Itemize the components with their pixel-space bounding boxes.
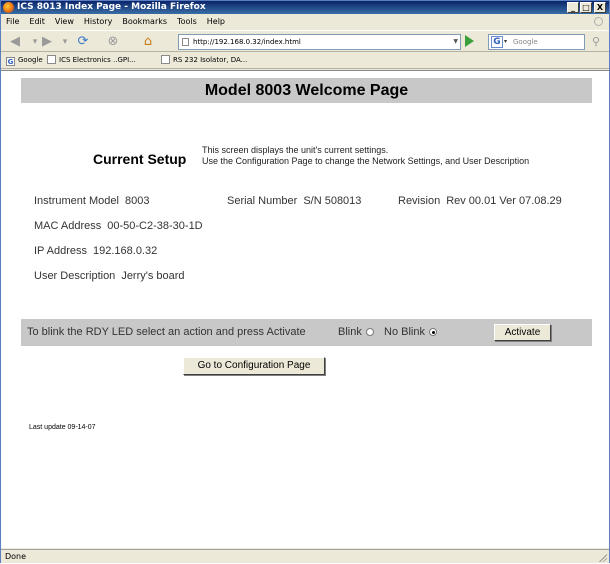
revision-label: Revision bbox=[398, 195, 441, 207]
reload-icon[interactable]: ⟳ bbox=[75, 34, 91, 50]
menu-bar: File Edit View History Bookmarks Tools Help bbox=[1, 14, 609, 30]
ip-address-value: 192.168.0.32 bbox=[93, 245, 158, 257]
url-text: http://192.168.0.32/index.html bbox=[193, 38, 301, 46]
back-icon[interactable]: ◀ bbox=[7, 34, 23, 50]
menu-help[interactable]: Help bbox=[202, 14, 230, 30]
instrument-model-value: 8003 bbox=[124, 195, 150, 207]
activate-button[interactable]: Activate bbox=[494, 324, 551, 341]
home-icon[interactable]: ⌂ bbox=[140, 34, 156, 50]
mac-address-row: MAC Address 00-50-C2-38-30-1D bbox=[34, 220, 203, 232]
navigation-toolbar: ◀ ▾ ▶ ▾ ⟳ ⊗ ⌂ http://192.168.0.32/index.… bbox=[1, 30, 609, 52]
resize-grip-icon[interactable] bbox=[598, 553, 607, 562]
url-dropdown-icon[interactable]: ▼ bbox=[453, 35, 458, 49]
search-icon[interactable]: ⚲ bbox=[589, 35, 603, 49]
maximize-button[interactable]: □ bbox=[580, 2, 592, 13]
instrument-model-row: Instrument Model 8003 bbox=[34, 195, 149, 207]
menu-view[interactable]: View bbox=[50, 14, 79, 30]
bookmark-ics-electronics[interactable]: ICS Electronics ..GPI... bbox=[47, 52, 136, 69]
instrument-model-label: Instrument Model bbox=[34, 195, 119, 207]
google-icon: G bbox=[6, 57, 15, 66]
search-engine-dropdown-icon[interactable]: ▾ bbox=[504, 35, 507, 49]
description-line-2: Use the Configuration Page to change the… bbox=[202, 156, 530, 166]
menu-edit[interactable]: Edit bbox=[24, 14, 50, 30]
throbber-icon bbox=[594, 17, 603, 26]
ip-address-label: IP Address bbox=[34, 245, 87, 257]
mac-address-value: 00-50-C2-38-30-1D bbox=[107, 220, 203, 232]
revision-value: Rev 00.01 Ver 07.08.29 bbox=[446, 195, 562, 207]
blink-option-label: Blink bbox=[338, 326, 362, 338]
menu-bookmarks[interactable]: Bookmarks bbox=[117, 14, 172, 30]
description-line-1: This screen displays the unit's current … bbox=[202, 145, 389, 155]
window-title: ICS 8013 Index Page - Mozilla Firefox bbox=[17, 2, 206, 12]
setup-description: This screen displays the unit's current … bbox=[202, 145, 529, 167]
minimize-button[interactable]: _ bbox=[567, 2, 579, 13]
page-title: Model 8003 Welcome Page bbox=[21, 78, 592, 103]
url-input[interactable]: http://192.168.0.32/index.html ▼ bbox=[178, 34, 461, 50]
serial-number-value: S/N 508013 bbox=[303, 195, 362, 207]
close-button[interactable]: X bbox=[594, 2, 606, 13]
blink-instruction: To blink the RDY LED select an action an… bbox=[27, 326, 306, 338]
go-to-configuration-button[interactable]: Go to Configuration Page bbox=[183, 357, 325, 375]
serial-number-label: Serial Number bbox=[227, 195, 298, 207]
mac-address-label: MAC Address bbox=[34, 220, 102, 232]
stop-icon[interactable]: ⊗ bbox=[105, 34, 121, 50]
menu-tools[interactable]: Tools bbox=[172, 14, 202, 30]
page-icon bbox=[161, 55, 170, 64]
forward-icon[interactable]: ▶ bbox=[39, 34, 55, 50]
status-text: Done bbox=[5, 552, 27, 561]
bookmark-google[interactable]: G Google bbox=[6, 52, 43, 69]
user-description-label: User Description bbox=[34, 270, 116, 282]
blink-option[interactable]: Blink bbox=[338, 319, 374, 346]
forward-dropdown-icon[interactable]: ▾ bbox=[57, 34, 73, 50]
serial-number-row: Serial Number S/N 508013 bbox=[227, 195, 361, 207]
user-description-value: Jerry's board bbox=[121, 270, 185, 282]
last-update-text: Last update 09-14-07 bbox=[29, 424, 96, 431]
blink-control-bar: To blink the RDY LED select an action an… bbox=[21, 319, 592, 346]
firefox-icon bbox=[3, 2, 14, 13]
ip-address-row: IP Address 192.168.0.32 bbox=[34, 245, 157, 257]
title-bar: ICS 8013 Index Page - Mozilla Firefox _ … bbox=[1, 1, 609, 14]
menu-history[interactable]: History bbox=[79, 14, 117, 30]
bookmarks-toolbar: G Google ICS Electronics ..GPI... RS 232 … bbox=[1, 52, 609, 69]
current-setup-heading: Current Setup bbox=[93, 151, 187, 167]
page-content: Model 8003 Welcome Page Current Setup Th… bbox=[1, 70, 609, 548]
page-icon bbox=[47, 55, 56, 64]
no-blink-option[interactable]: No Blink bbox=[384, 319, 437, 346]
status-bar: Done bbox=[1, 549, 609, 563]
browser-window: ICS 8013 Index Page - Mozilla Firefox _ … bbox=[0, 0, 610, 563]
bookmark-rs232-isolator[interactable]: RS 232 Isolator, DA... bbox=[161, 52, 247, 69]
menu-file[interactable]: File bbox=[1, 14, 24, 30]
blink-radio[interactable] bbox=[365, 328, 374, 336]
page-icon bbox=[182, 38, 189, 46]
go-icon[interactable] bbox=[465, 35, 474, 47]
no-blink-option-label: No Blink bbox=[384, 326, 425, 338]
google-icon: G bbox=[491, 36, 503, 48]
search-input[interactable]: G ▾ Google bbox=[488, 34, 585, 50]
revision-row: Revision Rev 00.01 Ver 07.08.29 bbox=[398, 195, 562, 207]
no-blink-radio[interactable] bbox=[428, 328, 437, 336]
user-description-row: User Description Jerry's board bbox=[34, 270, 185, 282]
search-placeholder: Google bbox=[513, 38, 538, 46]
